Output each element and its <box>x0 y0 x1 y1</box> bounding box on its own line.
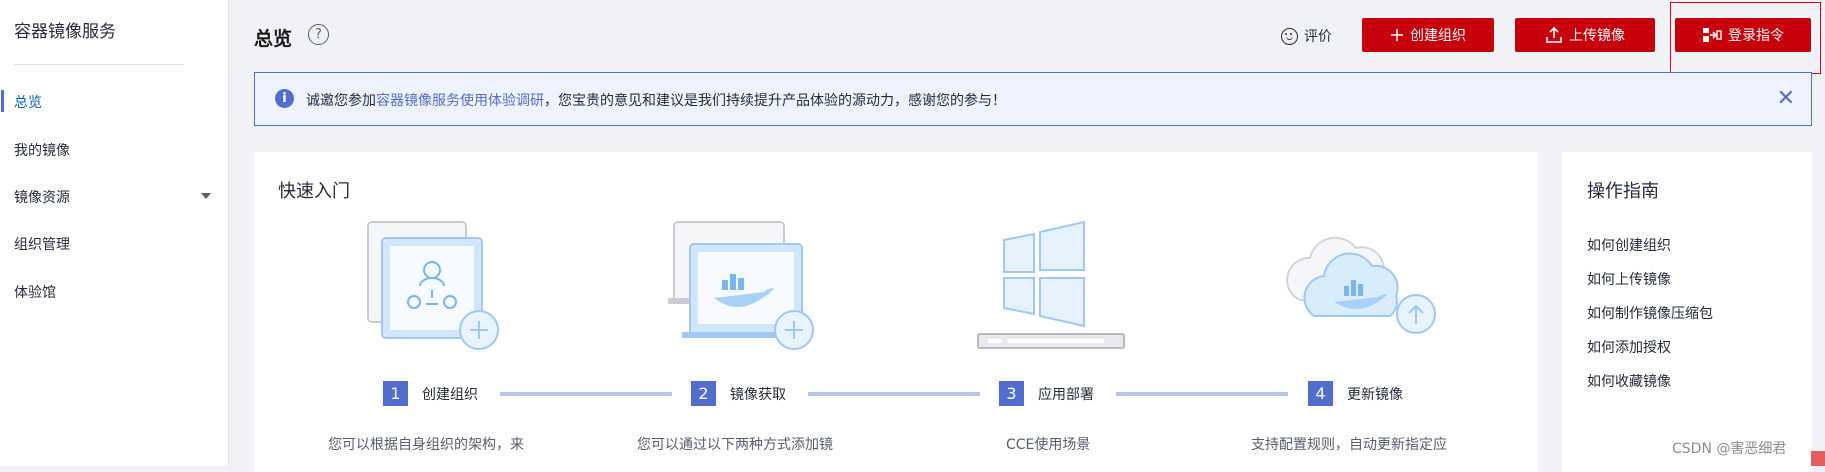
step-number: 4 <box>1308 381 1333 406</box>
create-org-illustration <box>367 221 499 350</box>
active-indicator <box>1 90 4 112</box>
create-org-label: 创建组织 <box>1410 28 1466 44</box>
step-description: 支持配置规则，自动更新指定应 <box>1251 437 1447 453</box>
notice-suffix: ，您宝贵的意见和建议是我们持续提升产品体验的源动力，感谢您的参与！ <box>544 93 1006 109</box>
step-label: 应用部署 <box>1038 386 1094 403</box>
step-label: 更新镜像 <box>1347 386 1403 403</box>
sidebar-item-overview[interactable]: 总览 <box>14 92 42 112</box>
notice-prefix: 诚邀您参加 <box>306 93 376 109</box>
quick-start-title: 快速入门 <box>278 181 350 202</box>
step-connector <box>1116 392 1288 396</box>
info-icon: i <box>275 89 294 108</box>
step-description: CCE使用场景 <box>1006 437 1091 453</box>
corner-tab[interactable] <box>1811 451 1825 466</box>
guide-card: 操作指南 如何创建组织 如何上传镜像 如何制作镜像压缩包 如何添加授权 如何收藏… <box>1562 152 1812 472</box>
step-number: 3 <box>999 381 1024 406</box>
sidebar-item-experience-hall[interactable]: 体验馆 <box>14 282 56 302</box>
page-title: 总览 <box>254 28 293 50</box>
step-description: 您可以通过以下两种方式添加镜 <box>637 437 833 453</box>
sidebar-item-my-images[interactable]: 我的镜像 <box>14 140 70 160</box>
app-deploy-illustration <box>977 220 1125 349</box>
notice-text: 诚邀您参加容器镜像服务使用体验调研，您宝贵的意见和建议是我们持续提升产品体验的源… <box>306 90 1006 110</box>
step-number: 1 <box>383 381 408 406</box>
close-icon[interactable]: ✕ <box>1777 85 1795 113</box>
survey-link[interactable]: 容器镜像服务使用体验调研 <box>376 93 544 109</box>
step-connector <box>808 392 980 396</box>
quick-start-card: 快速入门 1 创建组织 2 镜像获取 3 应用部署 4 更新镜像 您可以根据自身… <box>254 152 1538 472</box>
guide-link-favorite-image[interactable]: 如何收藏镜像 <box>1587 371 1671 391</box>
step-create-org[interactable]: 1 创建组织 <box>383 381 478 406</box>
step-connector <box>500 392 672 396</box>
rate-button[interactable]: 评价 <box>1281 26 1332 46</box>
rate-label: 评价 <box>1304 29 1332 45</box>
highlight-box <box>1670 2 1821 74</box>
image-acquire-illustration <box>668 221 814 350</box>
step-update-image[interactable]: 4 更新镜像 <box>1308 381 1403 406</box>
smile-icon <box>1281 27 1298 45</box>
help-icon[interactable]: ? <box>308 24 329 45</box>
guide-title: 操作指南 <box>1587 181 1659 202</box>
step-label: 创建组织 <box>422 386 478 403</box>
guide-link-upload-image[interactable]: 如何上传镜像 <box>1587 269 1671 289</box>
survey-notice: i 诚邀您参加容器镜像服务使用体验调研，您宝贵的意见和建议是我们持续提升产品体验… <box>254 72 1812 126</box>
upload-image-label: 上传镜像 <box>1569 28 1625 44</box>
sidebar: 容器镜像服务 总览 我的镜像 镜像资源 组织管理 体验馆 <box>0 0 229 466</box>
chevron-down-icon[interactable] <box>201 193 211 199</box>
guide-link-create-org[interactable]: 如何创建组织 <box>1587 235 1671 255</box>
guide-link-make-package[interactable]: 如何制作镜像压缩包 <box>1587 303 1713 323</box>
sidebar-item-org-management[interactable]: 组织管理 <box>14 234 70 254</box>
sidebar-item-image-resources[interactable]: 镜像资源 <box>14 187 70 207</box>
upload-image-button[interactable]: 上传镜像 <box>1515 18 1655 52</box>
plus-icon <box>1391 29 1403 41</box>
step-description: 您可以根据自身组织的架构，来 <box>328 437 524 453</box>
step-app-deploy[interactable]: 3 应用部署 <box>999 381 1094 406</box>
update-image-illustration <box>1286 236 1436 334</box>
upload-icon <box>1546 26 1562 43</box>
guide-link-add-auth[interactable]: 如何添加授权 <box>1587 337 1671 357</box>
step-number: 2 <box>691 381 716 406</box>
sidebar-title: 容器镜像服务 <box>14 22 116 42</box>
step-label: 镜像获取 <box>730 386 786 403</box>
sidebar-divider <box>14 64 184 65</box>
create-org-button[interactable]: 创建组织 <box>1362 18 1494 52</box>
step-image-acquire[interactable]: 2 镜像获取 <box>691 381 786 406</box>
watermark: CSDN @害恶细君 <box>1672 441 1787 457</box>
